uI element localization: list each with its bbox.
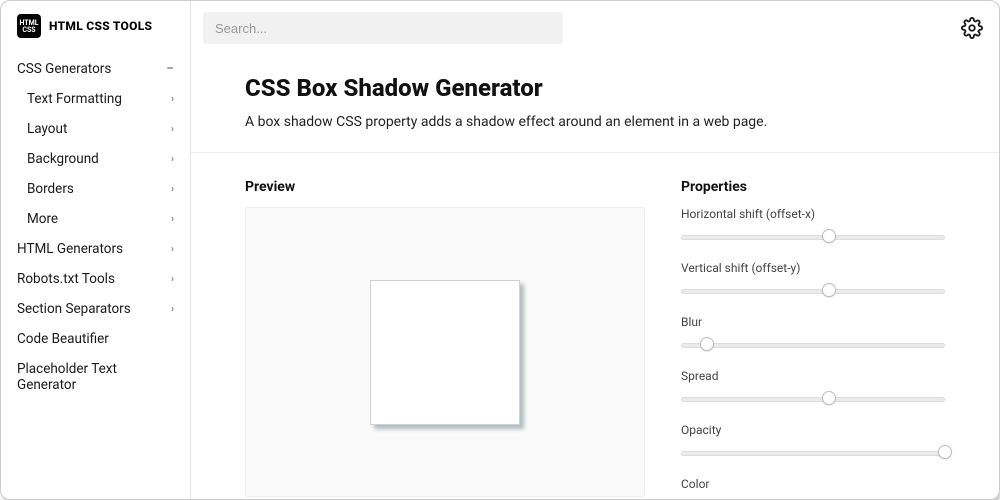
color-label: Color xyxy=(681,477,945,491)
main: CSS Box Shadow Generator A box shadow CS… xyxy=(191,1,999,499)
sidebar-item-robots-txt-tools[interactable]: Robots.txt Tools › xyxy=(1,264,190,294)
chevron-right-icon: › xyxy=(171,214,174,225)
sidebar-item-label: CSS Generators xyxy=(17,61,111,77)
property-label: Horizontal shift (offset-x) xyxy=(681,207,945,221)
slider-track xyxy=(681,343,945,348)
sidebar-nav: CSS Generators−Text Formatting›Layout›Ba… xyxy=(1,50,190,404)
sidebar: HTMLCSS HTML CSS TOOLS CSS Generators − Te… xyxy=(1,1,191,499)
sidebar-item-placeholder-text-generator[interactable]: Placeholder Text Generator xyxy=(1,354,190,400)
slider-thumb[interactable] xyxy=(938,445,952,459)
slider-track xyxy=(681,289,945,294)
sidebar-item-layout[interactable]: Layout › xyxy=(1,114,190,144)
shadow-sample xyxy=(370,280,520,425)
sidebar-item-section-separators[interactable]: Section Separators › xyxy=(1,294,190,324)
search-input[interactable] xyxy=(203,12,563,44)
property-label: Blur xyxy=(681,315,945,329)
page-description: A box shadow CSS property adds a shadow … xyxy=(245,114,945,130)
property-label: Opacity xyxy=(681,423,945,437)
preview-box xyxy=(245,207,645,497)
slider-horizontal-shift-offset-x-[interactable] xyxy=(681,231,945,243)
chevron-right-icon: › xyxy=(171,274,174,285)
slider-thumb[interactable] xyxy=(822,283,836,297)
page-title: CSS Box Shadow Generator xyxy=(245,74,945,102)
sidebar-item-text-formatting[interactable]: Text Formatting › xyxy=(1,84,190,114)
property-label: Spread xyxy=(681,369,945,383)
sidebar-item-label: Robots.txt Tools xyxy=(17,271,115,287)
sidebar-item-label: Code Beautifier xyxy=(17,331,109,347)
chevron-right-icon: › xyxy=(171,304,174,315)
slider-thumb[interactable] xyxy=(700,337,714,351)
chevron-right-icon: › xyxy=(171,94,174,105)
chevron-right-icon: › xyxy=(171,124,174,135)
sidebar-item-label: More xyxy=(27,211,58,227)
sidebar-item-code-beautifier[interactable]: Code Beautifier xyxy=(1,324,190,354)
brand-logo-icon: HTMLCSS xyxy=(17,14,41,38)
chevron-right-icon: › xyxy=(171,184,174,195)
sidebar-item-label: Placeholder Text Generator xyxy=(17,361,174,393)
preview-heading: Preview xyxy=(245,179,645,195)
slider-spread[interactable] xyxy=(681,393,945,405)
sidebar-item-css-generators[interactable]: CSS Generators − xyxy=(1,54,190,84)
slider-vertical-shift-offset-y-[interactable] xyxy=(681,285,945,297)
sidebar-item-more[interactable]: More › xyxy=(1,204,190,234)
slider-track xyxy=(681,235,945,240)
sidebar-item-label: Layout xyxy=(27,121,67,137)
sidebar-item-label: Text Formatting xyxy=(27,91,122,107)
slider-thumb[interactable] xyxy=(822,391,836,405)
slider-opacity[interactable] xyxy=(681,447,945,459)
chevron-right-icon: › xyxy=(171,244,174,255)
slider-blur[interactable] xyxy=(681,339,945,351)
property-label: Vertical shift (offset-y) xyxy=(681,261,945,275)
slider-thumb[interactable] xyxy=(822,229,836,243)
properties-heading: Properties xyxy=(681,179,945,195)
brand[interactable]: HTMLCSS HTML CSS TOOLS xyxy=(1,14,190,50)
gear-icon[interactable] xyxy=(961,17,983,39)
chevron-right-icon: › xyxy=(171,154,174,165)
slider-track xyxy=(681,451,945,456)
sidebar-item-html-generators[interactable]: HTML Generators › xyxy=(1,234,190,264)
sidebar-item-label: Borders xyxy=(27,181,74,197)
properties-list: Horizontal shift (offset-x) Vertical shif… xyxy=(681,207,945,459)
collapse-icon: − xyxy=(166,61,174,77)
topbar xyxy=(191,1,999,54)
divider xyxy=(191,152,999,153)
brand-name: HTML CSS TOOLS xyxy=(49,19,152,33)
content: CSS Box Shadow Generator A box shadow CS… xyxy=(191,54,999,499)
sidebar-item-label: HTML Generators xyxy=(17,241,123,257)
sidebar-item-background[interactable]: Background › xyxy=(1,144,190,174)
slider-track xyxy=(681,397,945,402)
sidebar-item-label: Section Separators xyxy=(17,301,131,317)
sidebar-item-borders[interactable]: Borders › xyxy=(1,174,190,204)
sidebar-item-label: Background xyxy=(27,151,99,167)
